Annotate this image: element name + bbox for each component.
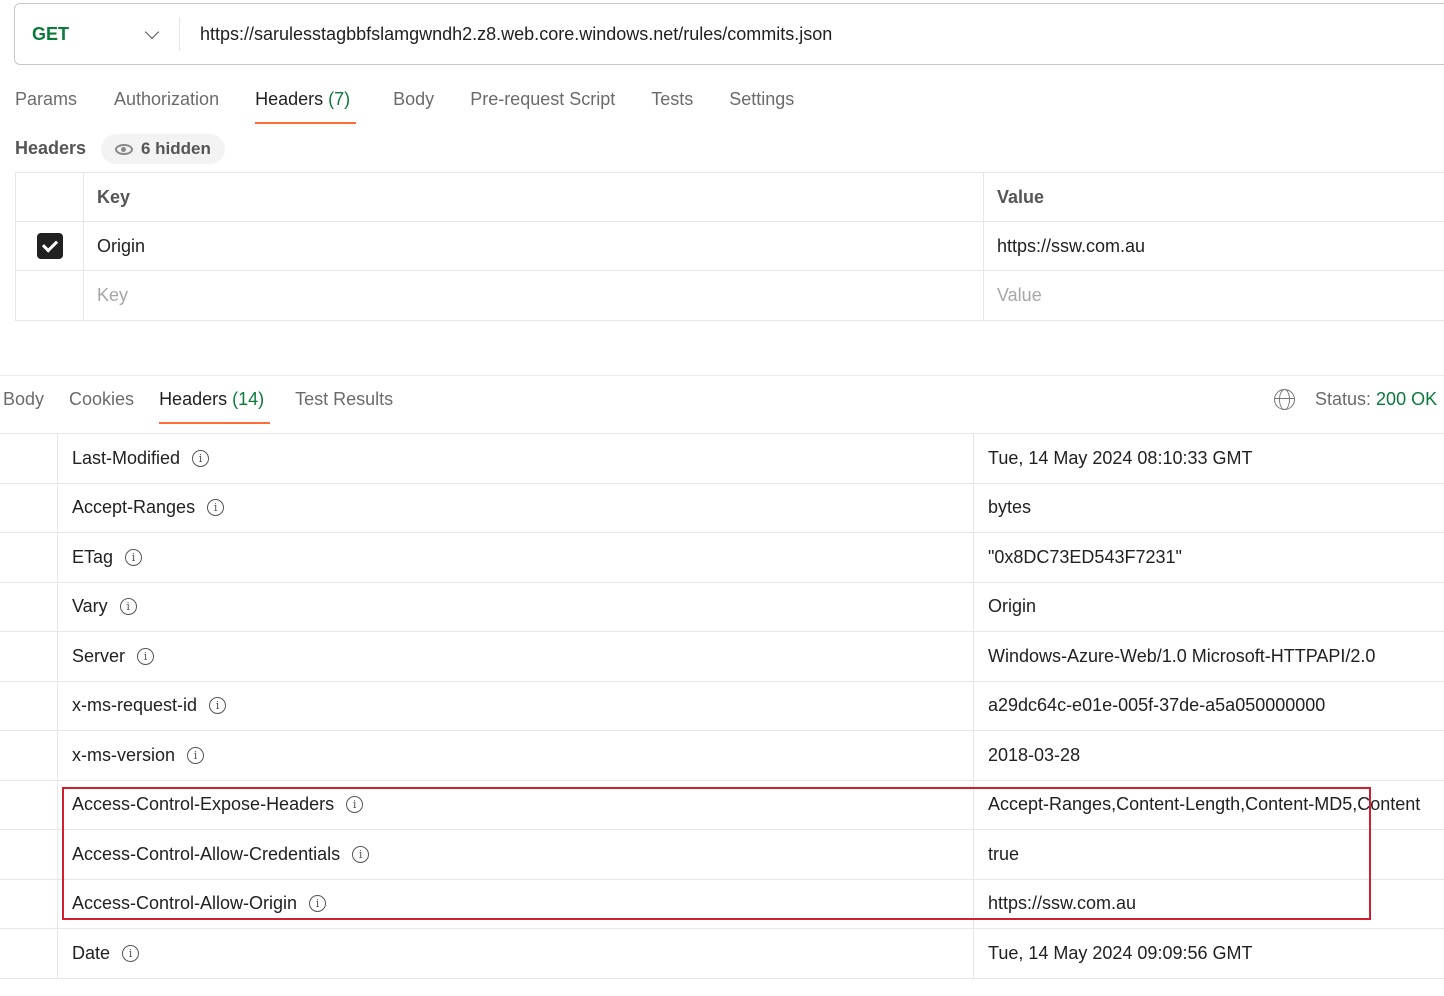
hidden-headers-toggle[interactable]: 6 hidden xyxy=(101,134,225,164)
response-status: Status: 200 OK xyxy=(1274,389,1437,410)
header-value: Origin xyxy=(988,596,1037,617)
header-key: Access-Control-Expose-Headers xyxy=(72,794,335,815)
header-key: Access-Control-Allow-Credentials xyxy=(72,843,341,864)
table-header: Key Value xyxy=(16,173,1444,222)
table-row: Access-Control-Allow-Credentials i true xyxy=(0,830,1444,880)
info-icon[interactable]: i xyxy=(352,845,370,863)
info-icon[interactable]: i xyxy=(346,796,364,814)
table-row: Origin https://ssw.com.au xyxy=(16,222,1444,271)
info-icon[interactable]: i xyxy=(122,944,140,962)
header-key: Vary xyxy=(72,596,108,617)
tab-pre-request-script[interactable]: Pre-request Script xyxy=(470,89,615,124)
table-row: Date i Tue, 14 May 2024 09:09:56 GMT xyxy=(0,929,1444,979)
tab-headers[interactable]: Headers (7) xyxy=(255,89,357,124)
header-key: x-ms-version xyxy=(72,744,176,765)
eye-icon xyxy=(115,143,133,155)
header-value: Tue, 14 May 2024 08:10:33 GMT xyxy=(988,447,1253,468)
new-value-input[interactable]: Value xyxy=(984,285,1042,306)
table-row: Vary i Origin xyxy=(0,582,1444,632)
tab-tests[interactable]: Tests xyxy=(651,89,693,124)
tab-response-headers[interactable]: Headers (14) xyxy=(159,389,271,424)
header-value: bytes xyxy=(988,497,1032,518)
tab-authorization[interactable]: Authorization xyxy=(114,89,219,124)
tab-response-body[interactable]: Body xyxy=(3,389,44,424)
info-icon[interactable]: i xyxy=(125,548,143,566)
header-key: Last-Modified xyxy=(72,447,181,468)
info-icon[interactable]: i xyxy=(187,746,205,764)
header-key: Date xyxy=(72,942,111,963)
response-tabs: Body Cookies Headers (14) Test Results xyxy=(3,389,393,424)
url-input[interactable]: https://sarulesstagbbfslamgwndh2.z8.web.… xyxy=(180,24,832,45)
table-row: Access-Control-Allow-Origin i https://ssw.… xyxy=(0,879,1444,929)
tab-params[interactable]: Params xyxy=(15,89,77,124)
new-key-input[interactable]: Key xyxy=(84,271,984,320)
tab-cookies[interactable]: Cookies xyxy=(69,389,134,424)
header-key: Server xyxy=(72,645,126,666)
checkbox[interactable] xyxy=(36,233,63,259)
header-key: x-ms-request-id xyxy=(72,695,198,716)
divider xyxy=(0,375,1444,376)
header-key: ETag xyxy=(72,546,114,567)
method-label: GET xyxy=(32,23,70,44)
key-input[interactable]: Origin xyxy=(84,222,984,270)
url-bar: GET https://sarulesstagbbfslamgwndh2.z8.… xyxy=(14,3,1444,65)
table-row: x-ms-request-id i a29dc64c-e01e-005f-37de-… xyxy=(0,681,1444,731)
info-icon[interactable]: i xyxy=(207,499,225,517)
status-code: 200 OK xyxy=(1376,389,1438,409)
header-key: Access-Control-Allow-Origin xyxy=(72,893,298,914)
request-headers-table: Key Value Origin https://ssw.com.au Key Val… xyxy=(15,172,1444,321)
globe-icon[interactable] xyxy=(1274,389,1295,410)
table-row: x-ms-version i 2018-03-28 xyxy=(0,731,1444,781)
table-row: Access-Control-Expose-Headers i Accept-Ran… xyxy=(0,780,1444,830)
info-icon[interactable]: i xyxy=(209,697,227,715)
method-select[interactable]: GET xyxy=(15,17,180,51)
tab-body[interactable]: Body xyxy=(393,89,434,124)
header-value: a29dc64c-e01e-005f-37de-a5a050000000 xyxy=(988,695,1326,716)
tab-settings[interactable]: Settings xyxy=(729,89,794,124)
tab-test-results[interactable]: Test Results xyxy=(295,389,393,424)
header-value: Accept-Ranges,Content-Length,Content-MD5… xyxy=(988,794,1421,815)
info-icon[interactable]: i xyxy=(309,895,327,913)
header-value: "0x8DC73ED543F7231" xyxy=(988,546,1182,567)
header-value: https://ssw.com.au xyxy=(988,893,1137,914)
headers-label: Headers xyxy=(15,138,87,158)
info-icon[interactable]: i xyxy=(137,647,155,665)
header-value: 2018-03-28 xyxy=(988,744,1081,765)
table-row: ETag i "0x8DC73ED543F7231" xyxy=(0,533,1444,583)
chevron-down-icon xyxy=(144,24,160,39)
table-row: Accept-Ranges i bytes xyxy=(0,483,1444,533)
header-value: true xyxy=(988,843,1020,864)
response-headers-table: Last-Modified i Tue, 14 May 2024 08:10:33 … xyxy=(0,433,1444,979)
request-tabs: Params Authorization Headers (7) Body Pr… xyxy=(15,89,794,124)
value-input[interactable]: https://ssw.com.au xyxy=(984,236,1145,257)
header-key: Accept-Ranges xyxy=(72,497,196,518)
info-icon[interactable]: i xyxy=(119,598,137,616)
header-value: Tue, 14 May 2024 09:09:56 GMT xyxy=(988,942,1253,963)
header-value: Windows-Azure-Web/1.0 Microsoft-HTTPAPI/… xyxy=(988,645,1376,666)
table-row-new: Key Value xyxy=(16,271,1444,320)
table-row: Last-Modified i Tue, 14 May 2024 08:10:33 … xyxy=(0,434,1444,484)
table-row: Server i Windows-Azure-Web/1.0 Microsoft-H… xyxy=(0,632,1444,682)
info-icon[interactable]: i xyxy=(192,449,210,467)
